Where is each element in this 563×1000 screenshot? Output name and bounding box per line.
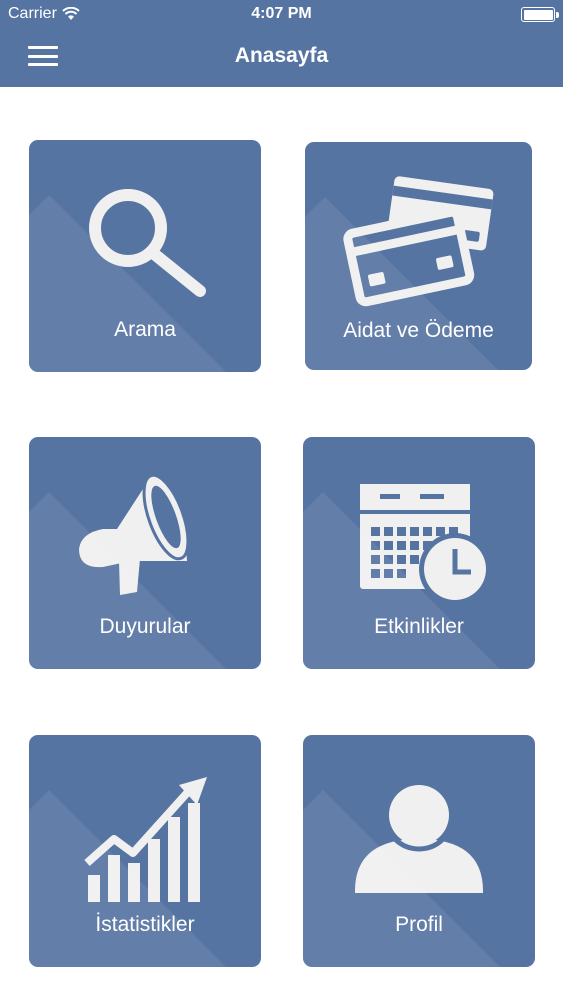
status-time: 4:07 PM: [251, 5, 312, 22]
battery-icon: [521, 7, 559, 22]
page-title: Anasayfa: [234, 44, 329, 67]
tile-label-istatistikler: İstatistikler: [95, 913, 195, 936]
tile-label-aidat-ve-odeme: Aidat ve Ödeme: [343, 319, 494, 342]
tile-label-etkinlikler: Etkinlikler: [374, 615, 464, 638]
tile-label-duyurular: Duyurular: [99, 615, 191, 638]
tile-arama[interactable]: Arama: [29, 140, 261, 372]
tile-istatistikler[interactable]: İstatistikler: [29, 735, 261, 967]
status-bar: Carrier 4:07 PM: [0, 0, 563, 30]
app-header: Carrier 4:07 PM Anasayfa: [0, 0, 563, 87]
tile-label-arama: Arama: [114, 318, 176, 341]
tile-duyurular[interactable]: Duyurular: [29, 437, 261, 669]
tile-label-profil: Profil: [395, 913, 443, 936]
tile-profil[interactable]: Profil: [303, 735, 535, 967]
tile-etkinlikler[interactable]: Etkinlikler: [303, 437, 535, 669]
tile-aidat-ve-odeme[interactable]: Aidat ve Ödeme: [305, 142, 532, 370]
